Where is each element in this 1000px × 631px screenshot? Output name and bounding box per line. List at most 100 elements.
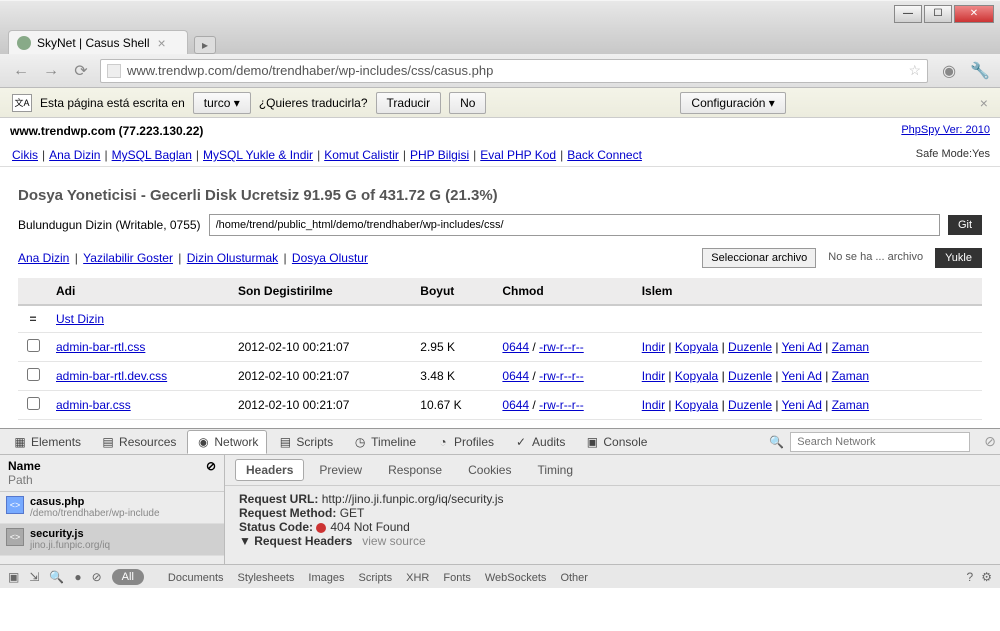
- request-item[interactable]: <>casus.php/demo/trendhaber/wp-include: [0, 492, 224, 524]
- dock-icon[interactable]: ⇲: [29, 570, 39, 584]
- file-action-link[interactable]: Yeni Ad: [782, 369, 822, 383]
- file-action-link[interactable]: Indir: [642, 369, 665, 383]
- url-bar[interactable]: www.trendwp.com/demo/trendhaber/wp-inclu…: [100, 59, 928, 83]
- file-action-link[interactable]: Zaman: [832, 369, 869, 383]
- help-icon[interactable]: ?: [967, 570, 974, 584]
- action-link[interactable]: Dizin Olusturmak: [187, 251, 278, 265]
- wrench-icon[interactable]: 🔧: [970, 61, 990, 81]
- detail-tab-preview[interactable]: Preview: [308, 459, 373, 481]
- menu-link[interactable]: PHP Bilgisi: [410, 148, 469, 162]
- path-input[interactable]: [209, 214, 940, 236]
- config-button[interactable]: Configuración ▾: [680, 92, 785, 114]
- file-action-link[interactable]: Zaman: [832, 340, 869, 354]
- forward-button[interactable]: →: [40, 60, 62, 82]
- chmod-link[interactable]: 0644: [502, 369, 529, 383]
- translate-button[interactable]: Traducir: [376, 92, 442, 114]
- filter-all[interactable]: All: [112, 569, 144, 585]
- detail-tab-cookies[interactable]: Cookies: [457, 459, 522, 481]
- request-item[interactable]: <>security.jsjino.ji.funpic.org/iq: [0, 524, 224, 556]
- chmod-link[interactable]: 0644: [502, 398, 529, 412]
- file-action-link[interactable]: Indir: [642, 340, 665, 354]
- file-link[interactable]: admin-bar.css: [56, 398, 131, 412]
- filter-scripts[interactable]: Scripts: [359, 572, 393, 584]
- minimize-button[interactable]: —: [894, 5, 922, 23]
- gear-icon[interactable]: ⚙: [981, 570, 992, 584]
- devtools-tab-profiles[interactable]: ◔Profiles: [427, 430, 503, 454]
- network-search-input[interactable]: [790, 432, 970, 452]
- filter-xhr[interactable]: XHR: [406, 572, 429, 584]
- file-action-link[interactable]: Zaman: [832, 398, 869, 412]
- file-link[interactable]: admin-bar-rtl.dev.css: [56, 369, 167, 383]
- console-icon[interactable]: ▣: [8, 570, 19, 584]
- detail-tab-headers[interactable]: Headers: [235, 459, 304, 481]
- file-action-link[interactable]: Kopyala: [675, 398, 718, 412]
- browser-tab[interactable]: SkyNet | Casus Shell ×: [8, 30, 188, 54]
- go-button[interactable]: Git: [948, 215, 982, 235]
- filter-fonts[interactable]: Fonts: [443, 572, 471, 584]
- devtools-tab-network[interactable]: ◉Network: [187, 430, 267, 454]
- detail-tab-response[interactable]: Response: [377, 459, 453, 481]
- upload-button[interactable]: Yukle: [935, 248, 982, 268]
- file-action-link[interactable]: Kopyala: [675, 369, 718, 383]
- menu-link[interactable]: MySQL Yukle & Indir: [203, 148, 313, 162]
- bookmark-icon[interactable]: ☆: [909, 62, 922, 79]
- no-button[interactable]: No: [449, 92, 486, 114]
- parent-dir-link[interactable]: Ust Dizin: [56, 312, 104, 326]
- globe-icon[interactable]: ◉: [942, 61, 956, 81]
- resource-icon: <>: [6, 496, 24, 514]
- filter-websockets[interactable]: WebSockets: [485, 572, 547, 584]
- detail-tab-timing[interactable]: Timing: [526, 459, 584, 481]
- file-action-link[interactable]: Duzenle: [728, 369, 772, 383]
- file-link[interactable]: admin-bar-rtl.css: [56, 340, 145, 354]
- version-link[interactable]: PhpSpy Ver: 2010: [901, 124, 990, 138]
- maximize-button[interactable]: ☐: [924, 5, 952, 23]
- filter-other[interactable]: Other: [560, 572, 588, 584]
- tab-close-icon[interactable]: ×: [158, 35, 166, 51]
- file-action-link[interactable]: Indir: [642, 398, 665, 412]
- row-checkbox[interactable]: [27, 368, 40, 381]
- col-size: Boyut: [412, 278, 494, 305]
- file-action-link[interactable]: Duzenle: [728, 398, 772, 412]
- row-checkbox[interactable]: [27, 397, 40, 410]
- devtools-close-icon[interactable]: ⊘: [984, 433, 996, 450]
- devtools-tab-timeline[interactable]: ◷Timeline: [344, 430, 425, 454]
- close-bar-icon[interactable]: ×: [980, 95, 988, 111]
- row-checkbox[interactable]: [27, 339, 40, 352]
- filter-stylesheets[interactable]: Stylesheets: [238, 572, 295, 584]
- perm-link[interactable]: -rw-r--r--: [539, 369, 584, 383]
- back-button[interactable]: ←: [10, 60, 32, 82]
- action-link[interactable]: Dosya Olustur: [292, 251, 368, 265]
- devtools-tab-console[interactable]: ▣Console: [576, 430, 656, 454]
- file-action-link[interactable]: Yeni Ad: [782, 340, 822, 354]
- select-file-button[interactable]: Seleccionar archivo: [702, 248, 816, 268]
- perm-link[interactable]: -rw-r--r--: [539, 398, 584, 412]
- menu-link[interactable]: MySQL Baglan: [112, 148, 192, 162]
- filter-images[interactable]: Images: [308, 572, 344, 584]
- devtools-tab-scripts[interactable]: ▤Scripts: [269, 430, 342, 454]
- menu-link[interactable]: Komut Calistir: [324, 148, 399, 162]
- menu-link[interactable]: Ana Dizin: [49, 148, 100, 162]
- menu-link[interactable]: Back Connect: [567, 148, 642, 162]
- new-tab-button[interactable]: ▸: [194, 36, 216, 54]
- devtools-tab-elements[interactable]: ▦Elements: [4, 430, 90, 454]
- resources-icon: ▤: [101, 435, 115, 449]
- perm-link[interactable]: -rw-r--r--: [539, 340, 584, 354]
- close-button[interactable]: ✕: [954, 5, 994, 23]
- language-dropdown[interactable]: turco ▾: [193, 92, 251, 114]
- clear-icon[interactable]: ⊘: [92, 570, 102, 584]
- clear-icon[interactable]: ⊘: [206, 459, 216, 487]
- action-link[interactable]: Yazilabilir Goster: [83, 251, 173, 265]
- search-icon[interactable]: 🔍: [49, 570, 64, 584]
- menu-link[interactable]: Eval PHP Kod: [480, 148, 556, 162]
- devtools-tab-audits[interactable]: ✓Audits: [505, 430, 574, 454]
- chmod-link[interactable]: 0644: [502, 340, 529, 354]
- file-action-link[interactable]: Yeni Ad: [782, 398, 822, 412]
- reload-button[interactable]: ⟳: [70, 60, 92, 82]
- devtools-tab-resources[interactable]: ▤Resources: [92, 430, 185, 454]
- file-action-link[interactable]: Duzenle: [728, 340, 772, 354]
- menu-link[interactable]: Cikis: [12, 148, 38, 162]
- filter-documents[interactable]: Documents: [168, 572, 224, 584]
- record-icon[interactable]: ●: [74, 570, 81, 584]
- action-link[interactable]: Ana Dizin: [18, 251, 69, 265]
- file-action-link[interactable]: Kopyala: [675, 340, 718, 354]
